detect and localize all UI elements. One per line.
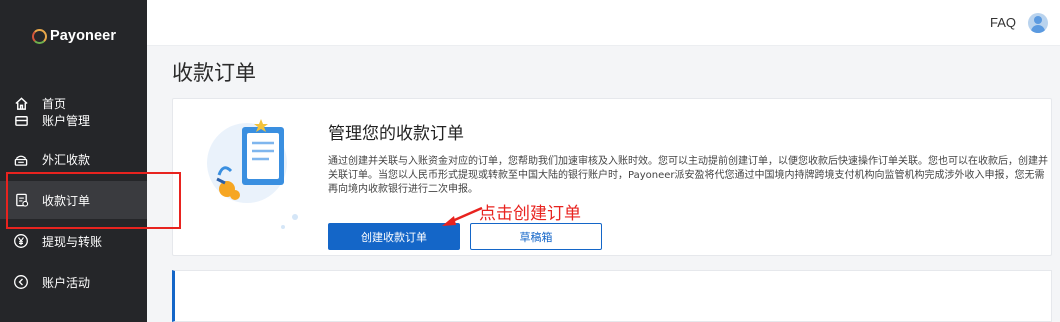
orders-list-panel bbox=[172, 270, 1052, 322]
wallet-icon bbox=[12, 111, 30, 129]
brand-name: Payoneer bbox=[50, 28, 117, 44]
sidebar-highlight-box bbox=[6, 172, 181, 229]
annotation-text: 点击创建订单 bbox=[479, 204, 581, 224]
sidebar-item-label: 提现与转账 bbox=[42, 234, 103, 249]
yen-icon bbox=[12, 232, 30, 250]
faq-link[interactable]: FAQ bbox=[990, 15, 1016, 30]
drafts-button[interactable]: 草稿箱 bbox=[470, 223, 602, 250]
sidebar-item-label: 外汇收款 bbox=[42, 152, 91, 167]
sidebar: Payoneer 首页 账户管理 外汇收款 收款订单 提现与转账 账户活动 bbox=[0, 0, 147, 322]
sidebar-item-label: 账户管理 bbox=[42, 113, 91, 128]
card-title: 管理您的收款订单 bbox=[328, 124, 464, 144]
sidebar-item-accounts[interactable]: 账户管理 bbox=[0, 101, 147, 139]
exchange-icon bbox=[12, 150, 30, 168]
payoneer-ring-icon bbox=[32, 28, 47, 44]
orders-intro-card: 管理您的收款订单 通过创建并关联与入账资金对应的订单，您帮助我们加速审核及入账时… bbox=[172, 98, 1052, 256]
payoneer-logo[interactable]: Payoneer bbox=[32, 28, 116, 44]
activity-icon bbox=[12, 273, 30, 291]
document-illustration-icon bbox=[207, 119, 298, 229]
top-bar: FAQ bbox=[147, 0, 1060, 46]
sidebar-item-label: 账户活动 bbox=[42, 275, 91, 290]
annotation-arrow-icon bbox=[442, 206, 483, 226]
main-content: FAQ 收款订单 管理您的收款订单 通过创建并关联与入账资金对应的订单，您帮助我… bbox=[147, 0, 1060, 322]
card-description: 通过创建并关联与入账资金对应的订单，您帮助我们加速审核及入账时效。您可以主动提前… bbox=[328, 156, 1048, 195]
user-avatar-icon[interactable] bbox=[1028, 13, 1048, 33]
sidebar-item-activity[interactable]: 账户活动 bbox=[0, 263, 147, 301]
page-title: 收款订单 bbox=[172, 61, 256, 85]
